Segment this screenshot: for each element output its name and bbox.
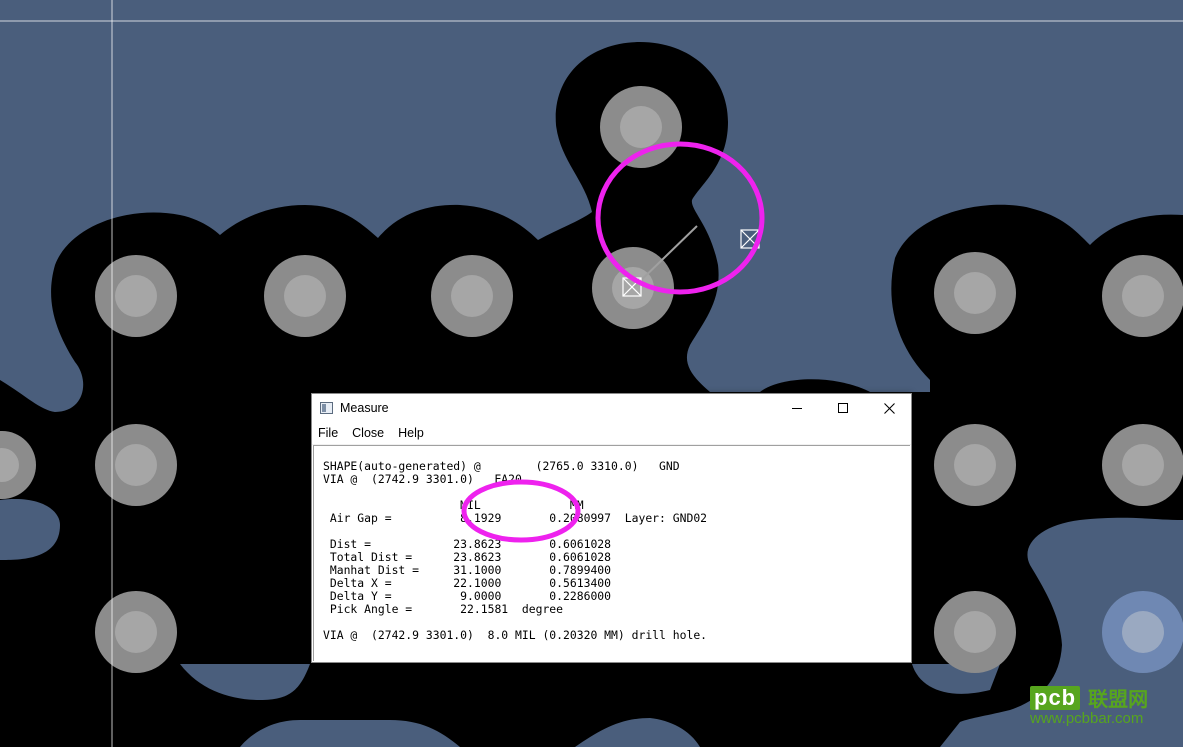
via[interactable] [600, 86, 682, 168]
via[interactable] [1102, 424, 1183, 506]
menu-close[interactable]: Close [345, 426, 391, 440]
measure-report-text[interactable]: SHAPE(auto-generated) @ (2765.0 3310.0) … [313, 445, 910, 661]
via[interactable] [431, 255, 513, 337]
app-window-icon [320, 402, 333, 414]
watermark-url: www.pcbbar.com [1030, 710, 1144, 727]
report-line-pick-angle: Pick Angle = 22.1581 degree [323, 602, 564, 616]
via[interactable] [934, 252, 1016, 334]
via-highlighted[interactable] [1102, 591, 1183, 673]
watermark: pcb 联盟网 www.pcbbar.com [1030, 683, 1180, 731]
close-icon [883, 402, 895, 414]
watermark-logo: pcb 联盟网 [1030, 683, 1148, 712]
highlight-circle-air-gap-value [461, 479, 581, 543]
measure-window[interactable]: Measure File Close Help SHAPE(auto-gener… [311, 393, 912, 663]
maximize-icon [838, 403, 848, 413]
via[interactable] [264, 255, 346, 337]
report-line-drill: VIA @ (2742.9 3301.0) 8.0 MIL (0.20320 M… [323, 628, 708, 642]
window-titlebar[interactable]: Measure [312, 394, 911, 422]
via[interactable] [934, 591, 1016, 673]
via[interactable] [95, 424, 177, 506]
via[interactable] [934, 424, 1016, 506]
via[interactable] [1102, 255, 1183, 337]
menu-bar: File Close Help [312, 422, 911, 445]
menu-file[interactable]: File [312, 426, 345, 440]
watermark-pcb-logo: pcb [1030, 685, 1081, 710]
window-title: Measure [340, 401, 389, 415]
close-button[interactable] [866, 394, 912, 422]
via[interactable] [95, 255, 177, 337]
via[interactable] [95, 591, 177, 673]
watermark-name: 联盟网 [1088, 687, 1149, 711]
menu-help[interactable]: Help [391, 426, 431, 440]
minimize-button[interactable] [774, 394, 820, 422]
maximize-button[interactable] [820, 394, 866, 422]
minimize-icon [792, 408, 802, 409]
